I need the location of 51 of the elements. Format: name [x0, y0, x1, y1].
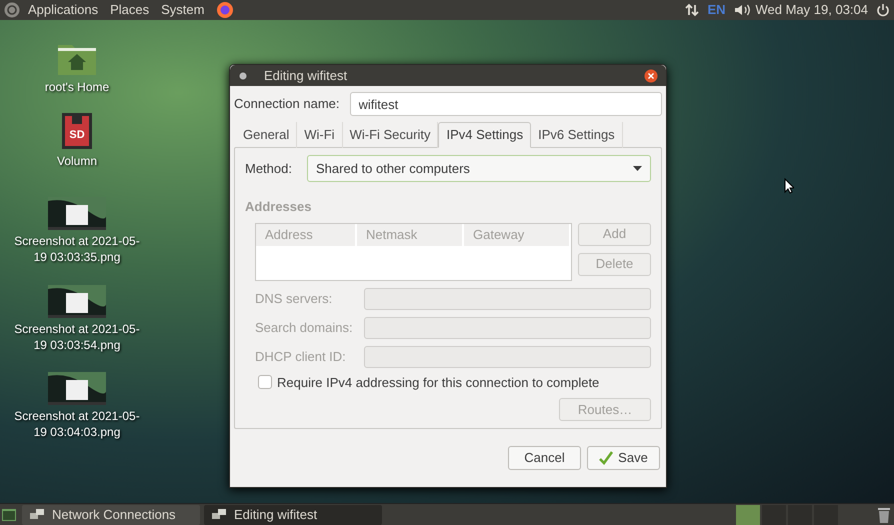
icon-label[interactable]: Screenshot at 2021-05-19 03:03:35.png	[12, 233, 142, 265]
menu-item[interactable]: Places	[110, 0, 150, 20]
button[interactable]: Cancel	[508, 446, 581, 470]
image-thumbnail-icon[interactable]	[48, 197, 106, 230]
method-dropdown[interactable]: Shared to other computers	[307, 155, 651, 182]
field-label: DHCP client ID:	[255, 348, 347, 366]
browser-icon[interactable]	[216, 1, 234, 19]
window-title: Editing wifitest	[264, 66, 348, 85]
section-heading: Addresses	[245, 198, 312, 216]
volume-icon[interactable]	[734, 3, 752, 17]
icon-label[interactable]: Volumn	[12, 153, 142, 169]
show-desktop-icon[interactable]	[2, 508, 16, 520]
clock[interactable]: Wed May 19, 03:04	[756, 0, 868, 20]
dropdown-caret-icon	[633, 166, 642, 171]
taskbar-item[interactable]: Editing wifitest	[204, 504, 382, 524]
image-thumbnail-icon[interactable]	[48, 285, 106, 318]
mouse-pointer-icon	[784, 178, 794, 194]
network-computers-icon	[30, 508, 44, 520]
tab[interactable]: Wi-Fi	[297, 122, 343, 148]
workspace-switcher-cell[interactable]	[736, 504, 760, 524]
sd-card-icon[interactable]: SD	[61, 112, 93, 150]
close-icon[interactable]	[644, 68, 658, 82]
field-label: Search domains:	[255, 318, 354, 337]
checkbox[interactable]	[258, 375, 272, 390]
trash-icon[interactable]	[878, 506, 890, 522]
tab[interactable]: General	[236, 122, 298, 148]
network-arrows-icon[interactable]	[685, 3, 700, 17]
tab[interactable]: IPv4 Settings	[438, 122, 532, 148]
icon-label[interactable]: Screenshot at 2021-05-19 03:04:03.png	[12, 408, 142, 440]
taskbar-item[interactable]: Network Connections	[22, 504, 200, 524]
network-computers-icon	[212, 508, 226, 520]
field-label: Connection name:	[234, 95, 340, 114]
power-icon[interactable]	[876, 3, 890, 17]
field-label: DNS servers:	[255, 290, 334, 308]
tab[interactable]: IPv6 Settings	[531, 122, 623, 148]
workspace-switcher-cell[interactable]	[762, 504, 786, 524]
workspace-switcher-cell[interactable]	[814, 504, 838, 524]
connection-name-field[interactable]: wifitest	[350, 92, 662, 116]
menu-item[interactable]: System	[161, 0, 204, 20]
button[interactable]: Save	[587, 446, 660, 470]
window-menu-icon[interactable]	[238, 70, 248, 80]
workspace-switcher-cell[interactable]	[788, 504, 812, 524]
home-folder-icon[interactable]	[57, 42, 97, 76]
checkbox-label: Require IPv4 addressing for this connection to complete	[277, 374, 600, 392]
ubuntu-logo-icon[interactable]	[4, 2, 20, 18]
field-label: Method:	[245, 160, 293, 178]
menu-item[interactable]: Applications	[28, 0, 98, 20]
icon-label[interactable]: Screenshot at 2021-05-19 03:03:54.png	[12, 321, 142, 353]
icon-label[interactable]: root's Home	[12, 79, 142, 95]
checkmark-icon	[599, 451, 614, 465]
image-thumbnail-icon[interactable]	[48, 372, 106, 405]
